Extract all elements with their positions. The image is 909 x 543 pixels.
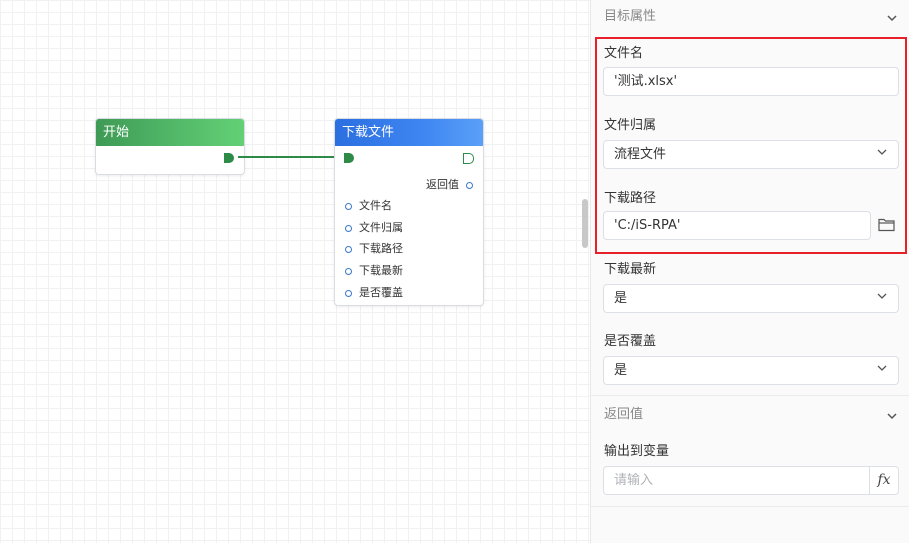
flow-canvas[interactable]: 开始 下载文件 返回值 文件名 文件归属 下载路径 下载最新 是否覆盖	[0, 0, 590, 543]
filename-label: 文件名	[604, 46, 644, 61]
return-value-label: 返回值	[426, 178, 459, 191]
file-owner-label: 文件归属	[604, 118, 657, 133]
download-file-node[interactable]: 下载文件 返回值 文件名 文件归属 下载路径 下载最新 是否覆盖	[334, 118, 484, 306]
chevron-down-icon	[886, 0, 898, 34]
port-circle-icon	[466, 181, 473, 189]
download-latest-label: 下载最新	[604, 262, 657, 277]
section-divider	[591, 506, 909, 507]
start-node-title: 开始	[96, 119, 244, 146]
download-path-input[interactable]: 'C:/iS-RPA'	[603, 211, 871, 240]
file-owner-select[interactable]: 流程文件	[603, 140, 899, 169]
panel-resize-handle[interactable]	[582, 199, 588, 248]
chevron-down-icon	[876, 141, 888, 168]
port-circle-icon	[345, 202, 352, 210]
section-title: 目标属性	[604, 9, 657, 24]
chevron-down-icon	[876, 357, 888, 384]
output-variable-input[interactable]: 请输入 fx	[603, 466, 899, 495]
port-circle-icon	[345, 224, 352, 232]
param-label: 下载最新	[359, 264, 403, 277]
param-port[interactable]: 是否覆盖	[345, 285, 403, 301]
output-variable-placeholder: 请输入	[614, 473, 654, 488]
param-label: 文件归属	[359, 221, 403, 234]
connection-edge[interactable]	[238, 156, 341, 158]
start-output-port[interactable]	[224, 153, 234, 163]
param-port[interactable]: 下载最新	[345, 263, 403, 279]
select-value: 流程文件	[614, 147, 667, 162]
overwrite-label: 是否覆盖	[604, 334, 657, 349]
select-value: 是	[614, 363, 628, 378]
download-output-port[interactable]	[463, 153, 474, 164]
port-circle-icon	[345, 245, 352, 253]
param-port[interactable]: 文件归属	[345, 220, 403, 236]
param-port[interactable]: 文件名	[345, 198, 392, 214]
filename-input[interactable]: '测试.xlsx'	[603, 67, 899, 96]
target-properties-header[interactable]: 目标属性	[591, 0, 909, 34]
section-divider	[591, 395, 909, 396]
param-port[interactable]: 下载路径	[345, 241, 403, 257]
download-input-port[interactable]	[344, 153, 354, 163]
chevron-down-icon	[876, 285, 888, 312]
chevron-down-icon	[886, 398, 898, 432]
port-circle-icon	[345, 289, 352, 297]
download-node-title: 下载文件	[335, 119, 483, 146]
param-label: 是否覆盖	[359, 286, 403, 299]
overwrite-select[interactable]: 是	[603, 356, 899, 385]
param-label: 文件名	[359, 199, 392, 212]
download-path-label: 下载路径	[604, 191, 657, 206]
select-value: 是	[614, 291, 628, 306]
download-latest-select[interactable]: 是	[603, 284, 899, 313]
return-value-header[interactable]: 返回值	[591, 398, 909, 432]
return-value-port[interactable]: 返回值	[426, 177, 473, 193]
start-node[interactable]: 开始	[95, 118, 245, 175]
output-variable-label: 输出到变量	[604, 444, 670, 459]
folder-icon[interactable]	[878, 217, 895, 236]
param-label: 下载路径	[359, 242, 403, 255]
properties-panel: 目标属性 文件名 '测试.xlsx' 文件归属 流程文件 下载路径 'C:/iS…	[590, 0, 909, 543]
fx-button[interactable]: fx	[869, 467, 898, 494]
port-circle-icon	[345, 267, 352, 275]
section-title: 返回值	[604, 407, 644, 422]
